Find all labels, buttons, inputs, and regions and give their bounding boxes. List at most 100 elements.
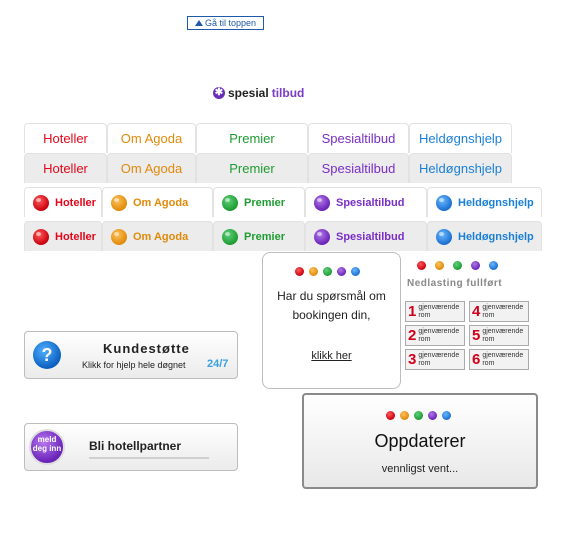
- rooms-left-badge: 6 gjenværende rom: [469, 349, 529, 370]
- tab-heldognshjelp[interactable]: Heldøgnshjelp: [427, 187, 542, 217]
- tab-label: Spesialtilbud: [336, 230, 405, 243]
- tab-label: Om Agoda: [133, 230, 189, 243]
- tab-label: Heldøgnshjelp: [418, 161, 503, 176]
- room-count: 2: [408, 327, 417, 344]
- updating-dialog: Oppdaterer vennligst vent...: [302, 393, 538, 489]
- red-dot-icon: [386, 411, 395, 420]
- tab-label: Heldøgnshjelp: [418, 131, 503, 146]
- orange-ball-icon: [111, 194, 127, 211]
- special-word-1: spesial: [228, 86, 269, 100]
- blue-ball-icon: [436, 228, 452, 245]
- tab-label: Hoteller: [55, 196, 96, 209]
- tab-hoteller[interactable]: Hoteller: [24, 221, 102, 251]
- question-text: Har du spørsmål om bookingen din,: [277, 289, 386, 322]
- green-dot-icon: [414, 411, 423, 420]
- click-here-link[interactable]: klikk her: [263, 350, 400, 362]
- hotel-partner-button[interactable]: meld deg inn Bli hotellpartner: [24, 423, 238, 471]
- rooms-left-badge: 1 gjenværende rom: [405, 301, 465, 322]
- orange-ball-icon: [111, 228, 127, 245]
- tab-premier[interactable]: Premier: [196, 123, 308, 153]
- tab-label: Om Agoda: [120, 161, 183, 176]
- blue-dot-icon: [351, 267, 360, 276]
- sign-up-badge-icon: meld deg inn: [29, 429, 65, 465]
- red-dot-icon: [295, 267, 304, 276]
- room-label: gjenværende rom: [418, 303, 460, 319]
- tab-premier[interactable]: Premier: [213, 221, 305, 251]
- partner-label: Bli hotellpartner: [89, 439, 182, 453]
- tab-hoteller[interactable]: Hoteller: [24, 187, 102, 217]
- updating-title: Oppdaterer: [374, 431, 466, 451]
- tab-heldognshjelp[interactable]: Heldøgnshjelp: [409, 153, 512, 183]
- loading-dots: [386, 411, 451, 420]
- room-label: gjenværende rom: [418, 327, 460, 343]
- tab-label: Spesialtilbud: [321, 131, 396, 146]
- tab-label: Heldøgnshjelp: [458, 230, 534, 243]
- purple-ball-icon: [314, 228, 330, 245]
- room-count: 6: [472, 351, 481, 368]
- star-icon: ✱: [213, 87, 225, 99]
- room-count: 1: [408, 303, 417, 320]
- tab-om-agoda[interactable]: Om Agoda: [107, 123, 196, 153]
- green-ball-icon: [222, 194, 238, 211]
- back-to-top-link[interactable]: Gå til toppen: [187, 16, 264, 30]
- room-count: 3: [408, 351, 417, 368]
- room-label: gjenværende rom: [482, 351, 524, 367]
- orange-dot-icon: [435, 261, 444, 270]
- nav-tabs-text-white: Hoteller Om Agoda Premier Spesialtilbud …: [24, 123, 512, 153]
- room-label: gjenværende rom: [482, 303, 524, 319]
- tab-label: Premier: [229, 131, 275, 146]
- purple-dot-icon: [337, 267, 346, 276]
- tab-label: Om Agoda: [133, 196, 189, 209]
- special-word-2: tilbud: [271, 86, 305, 100]
- tab-label: Heldøgnshjelp: [458, 196, 534, 209]
- blue-ball-icon: [436, 194, 452, 211]
- tab-premier[interactable]: Premier: [213, 187, 305, 217]
- customer-support-button[interactable]: ? Kundestøtte Klikk for hjelp hele døgne…: [24, 331, 238, 379]
- rooms-left-badge: 3 gjenværende rom: [405, 349, 465, 370]
- tab-hoteller[interactable]: Hoteller: [24, 153, 107, 183]
- special-offer-logo[interactable]: ✱ spesial tilbud: [213, 86, 304, 100]
- red-ball-icon: [33, 194, 49, 211]
- green-dot-icon: [453, 261, 462, 270]
- tab-label: Hoteller: [55, 230, 96, 243]
- green-ball-icon: [222, 228, 238, 245]
- tab-label: Premier: [244, 196, 285, 209]
- nav-tabs-text-grey: Hoteller Om Agoda Premier Spesialtilbud …: [24, 153, 512, 183]
- tab-heldognshjelp[interactable]: Heldøgnshjelp: [409, 123, 512, 153]
- green-dot-icon: [323, 267, 332, 276]
- download-status: Nedlasting fullført: [407, 278, 503, 289]
- support-title: Kundestøtte: [103, 341, 190, 356]
- tab-label: Spesialtilbud: [336, 196, 405, 209]
- tab-spesialtilbud[interactable]: Spesialtilbud: [308, 123, 409, 153]
- tab-label: Om Agoda: [120, 131, 183, 146]
- tab-label: Hoteller: [43, 131, 88, 146]
- nav-tabs-icon-white: Hoteller Om Agoda Premier Spesialtilbud …: [24, 187, 542, 217]
- updating-subtitle: vennligst vent...: [381, 463, 459, 475]
- tab-premier[interactable]: Premier: [196, 153, 308, 183]
- blue-dot-icon: [489, 261, 498, 270]
- help-question-icon: ?: [33, 341, 61, 369]
- tab-spesialtilbud[interactable]: Spesialtilbud: [308, 153, 409, 183]
- tab-spesialtilbud[interactable]: Spesialtilbud: [305, 187, 427, 217]
- tab-label: Premier: [244, 230, 285, 243]
- nav-tabs-icon-grey: Hoteller Om Agoda Premier Spesialtilbud …: [24, 221, 542, 251]
- room-count: 4: [472, 303, 481, 320]
- tab-heldognshjelp[interactable]: Heldøgnshjelp: [427, 221, 542, 251]
- purple-ball-icon: [314, 194, 330, 211]
- tab-spesialtilbud[interactable]: Spesialtilbud: [305, 221, 427, 251]
- support-hours: 24/7: [207, 358, 229, 370]
- download-dots: [417, 261, 498, 270]
- tab-om-agoda[interactable]: Om Agoda: [102, 221, 213, 251]
- rooms-left-badge: 5 gjenværende rom: [469, 325, 529, 346]
- tab-om-agoda[interactable]: Om Agoda: [107, 153, 196, 183]
- rooms-left-badge: 4 gjenværende rom: [469, 301, 529, 322]
- red-dot-icon: [417, 261, 426, 270]
- red-ball-icon: [33, 228, 49, 245]
- tab-label: Spesialtilbud: [321, 161, 396, 176]
- loading-dots: [295, 267, 360, 276]
- purple-dot-icon: [471, 261, 480, 270]
- partner-underline: [89, 457, 209, 459]
- rooms-left-grid: 1 gjenværende rom 4 gjenværende rom 2 gjenv…: [405, 301, 531, 370]
- tab-hoteller[interactable]: Hoteller: [24, 123, 107, 153]
- tab-om-agoda[interactable]: Om Agoda: [102, 187, 213, 217]
